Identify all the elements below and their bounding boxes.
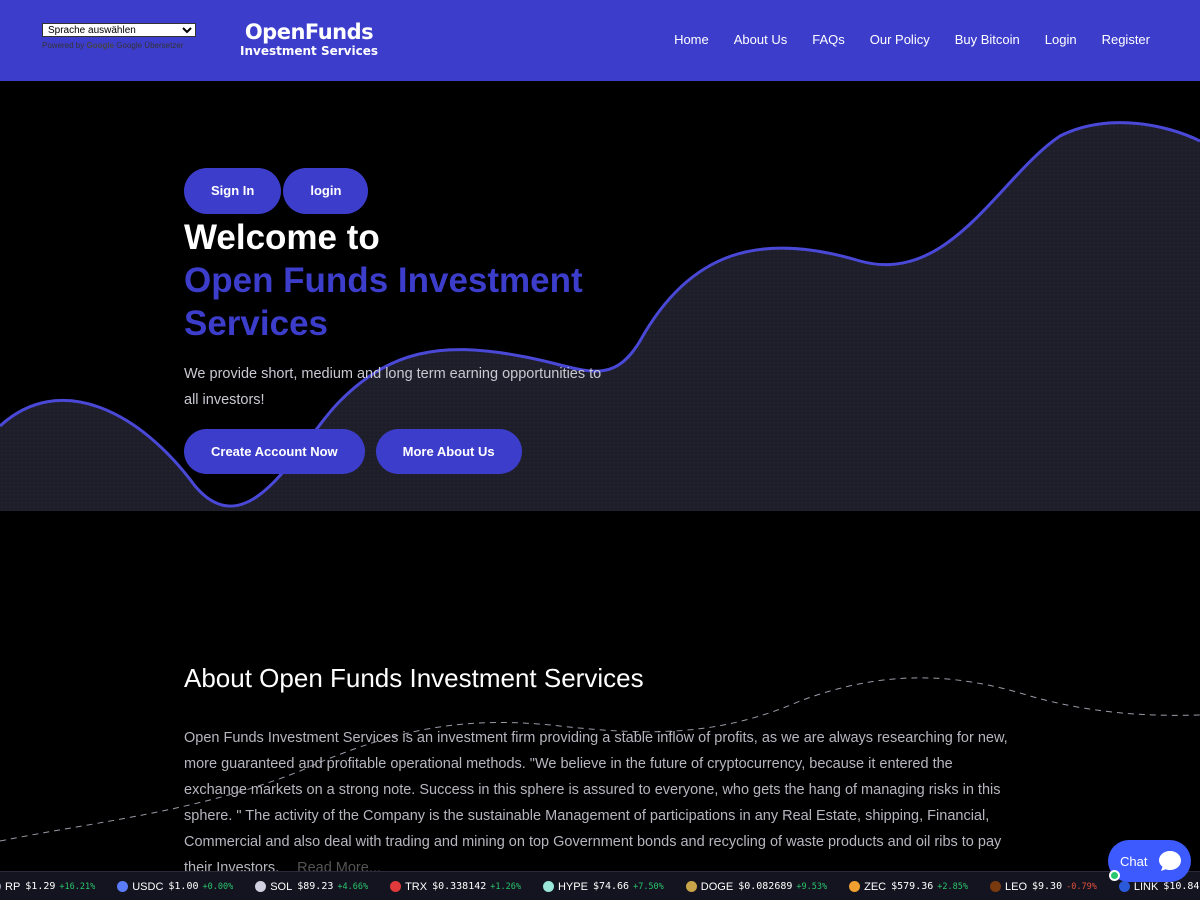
coin-icon [0, 881, 1, 892]
coin-icon [542, 881, 554, 892]
hero-title-white: Welcome to [184, 218, 380, 257]
language-select[interactable]: Sprache auswählen [42, 23, 196, 37]
auth-button-row: Sign In login [184, 168, 624, 214]
ticker-symbol: LINK [1133, 880, 1159, 893]
about-body-text: Open Funds Investment Services is an inv… [184, 730, 1008, 871]
ticker-item[interactable]: RP $1.29 +16.21% [0, 881, 95, 893]
ticker-symbol: LEO [1004, 880, 1027, 893]
coin-icon [849, 881, 861, 892]
chat-bubble-icon [1159, 851, 1181, 871]
ticker-track: RP $1.29 +16.21% USDC $1.00 +0.00% SOL $89.23 +4… [0, 872, 1200, 900]
main-nav: Home About Us FAQs Our Policy Buy Bitcoi… [674, 32, 1150, 47]
ticker-price: $9.30 [1032, 881, 1063, 892]
ticker-item[interactable]: DOGE $0.082689 +9.53% [685, 880, 828, 893]
chat-label: Chat [1120, 853, 1148, 869]
ticker-symbol: HYPE [557, 880, 588, 893]
ticker-change: -0.79% [1066, 881, 1097, 892]
coin-icon [255, 881, 267, 892]
ticker-item[interactable]: TRX $0.338142 +1.26% [390, 881, 521, 893]
coin-icon [1118, 881, 1130, 892]
ticker-change: +9.53% [796, 881, 828, 892]
ticker-change: +0.00% [202, 881, 234, 892]
nav-login[interactable]: Login [1045, 32, 1077, 47]
ticker-item[interactable]: LINK$10.84+2.79% [1118, 880, 1200, 893]
ticker-item[interactable]: HYPE $74.66 +7.50% [542, 880, 664, 893]
sign-in-button[interactable]: Sign In [184, 168, 282, 214]
ticker-price: $89.23 [297, 881, 334, 892]
coin-icon [390, 881, 402, 892]
read-more-link[interactable]: Read More... [297, 860, 381, 871]
ticker-change: +16.21% [59, 881, 96, 892]
hero-title-blue: Open Funds Investment Services [184, 261, 583, 343]
hero-title: Welcome to Open Funds Investment Service… [184, 216, 624, 345]
nav-home[interactable]: Home [674, 32, 709, 47]
nav-faqs[interactable]: FAQs [812, 32, 845, 47]
logo-sub-text: Investment Services [240, 44, 378, 58]
ticker-price: $579.36 [891, 881, 934, 892]
hero-content: Sign In login Welcome to Open Funds Inve… [184, 168, 624, 474]
ticker-price: $74.66 [592, 881, 630, 892]
ticker-symbol: USDC [132, 880, 164, 893]
ticker-change: +7.50% [633, 881, 664, 892]
about-section: About Open Funds Investment Services Ope… [0, 511, 1200, 871]
ticker-change: +1.26% [490, 881, 521, 892]
ticker-price: $1.00 [168, 881, 199, 892]
coin-icon [685, 881, 697, 892]
crypto-ticker: RP $1.29 +16.21% USDC $1.00 +0.00% SOL $89.23 +4… [0, 871, 1200, 900]
powered-suffix[interactable]: Google Übersetzer [116, 41, 183, 50]
nav-register[interactable]: Register [1102, 32, 1150, 47]
google-logo: Google [86, 41, 115, 50]
create-account-button[interactable]: Create Account Now [184, 429, 365, 474]
hero-lead-text: We provide short, medium and long term e… [184, 366, 602, 408]
ticker-change: +2.85% [937, 881, 968, 892]
language-translator: Sprache auswählen Powered by Google Goog… [42, 20, 196, 50]
ticker-symbol: SOL [270, 880, 293, 893]
coin-icon [117, 881, 129, 892]
ticker-item[interactable]: LEO $9.30 -0.79% [989, 880, 1097, 893]
logo-main-text: OpenFunds [244, 20, 374, 44]
site-logo[interactable]: OpenFunds Investment Services [240, 20, 378, 58]
nav-our-policy[interactable]: Our Policy [870, 32, 930, 47]
ticker-price: $10.84 [1163, 881, 1200, 892]
nav-buy-bitcoin[interactable]: Buy Bitcoin [955, 32, 1020, 47]
online-status-dot [1109, 870, 1120, 881]
ticker-symbol: ZEC [864, 880, 887, 893]
about-body: Open Funds Investment Services is an inv… [184, 725, 1014, 871]
ticker-symbol: DOGE [700, 880, 734, 893]
ticker-price: $0.338142 [432, 881, 487, 892]
powered-prefix: Powered by [42, 41, 85, 50]
about-heading: About Open Funds Investment Services [184, 663, 644, 693]
hero-section: Sign In login Welcome to Open Funds Inve… [0, 81, 1200, 511]
ticker-item[interactable]: ZEC $579.36 +2.85% [849, 881, 968, 893]
more-about-us-button[interactable]: More About Us [375, 429, 522, 474]
site-header: Sprache auswählen Powered by Google Goog… [0, 0, 1200, 81]
ticker-item[interactable]: USDC $1.00 +0.00% [117, 881, 233, 893]
nav-about-us[interactable]: About Us [734, 32, 787, 47]
ticker-price: $1.29 [25, 881, 56, 892]
ticker-change: +4.66% [337, 881, 369, 892]
ticker-item[interactable]: SOL $89.23 +4.66% [255, 881, 368, 893]
chat-widget-button[interactable]: Chat [1108, 840, 1191, 882]
login-button[interactable]: login [283, 168, 369, 214]
ticker-symbol: RP [5, 880, 21, 893]
ticker-price: $0.082689 [738, 881, 793, 892]
powered-by-google: Powered by Google Google Übersetzer [42, 41, 196, 50]
hero-cta-row: Create Account Now More About Us [184, 429, 624, 474]
ticker-symbol: TRX [405, 880, 428, 893]
coin-icon [989, 881, 1001, 892]
